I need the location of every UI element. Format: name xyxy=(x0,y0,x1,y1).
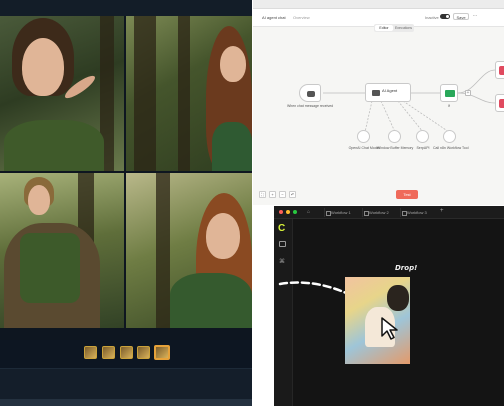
thumbnail-3[interactable] xyxy=(120,346,133,359)
gallery-footer xyxy=(0,368,252,406)
face xyxy=(220,46,246,82)
sub-node-memory[interactable] xyxy=(388,130,401,143)
image-gallery-panel xyxy=(0,0,252,406)
slack-icon xyxy=(499,66,504,75)
test-workflow-button[interactable]: Test xyxy=(396,190,418,199)
workflow-editor-panel: AI agent chat Overview Inactive Save ···… xyxy=(253,0,504,205)
zoom-out-button[interactable]: − xyxy=(279,191,286,198)
chat-bubble-icon xyxy=(307,91,315,97)
thumbnail-5-selected[interactable] xyxy=(154,345,170,360)
sub-node-label-3: SerpAPI xyxy=(416,146,430,150)
sub-node-workflow-tool[interactable] xyxy=(443,130,456,143)
thumbnail-4[interactable] xyxy=(137,346,150,359)
output-node-1[interactable] xyxy=(495,61,504,79)
generated-image-4[interactable] xyxy=(126,173,252,328)
tree-trunk xyxy=(178,16,190,171)
robe xyxy=(4,120,104,171)
sub-node-label-4: Call n8n Workflow Tool xyxy=(433,146,469,150)
node-label-if: If xyxy=(448,104,450,108)
generated-image-2[interactable] xyxy=(126,16,252,171)
output-node-2[interactable] xyxy=(495,94,504,112)
thumbnail-1[interactable] xyxy=(84,346,97,359)
gallery-top-bar xyxy=(0,0,252,16)
branch-icon xyxy=(445,90,455,97)
chat-trigger-node[interactable] xyxy=(299,84,321,102)
ai-agent-node-title: AI Agent xyxy=(382,88,398,93)
slack-icon xyxy=(499,99,504,108)
footer-strip xyxy=(0,399,252,406)
pointer-cursor-icon xyxy=(381,317,398,340)
face xyxy=(206,213,240,259)
fit-view-button[interactable]: ⛶ xyxy=(259,191,266,198)
figure-head xyxy=(387,285,409,311)
zoom-controls: ⛶ + − ↶ xyxy=(259,191,301,198)
node-label-chat-trigger: When chat message received xyxy=(287,104,334,108)
generated-image-3[interactable] xyxy=(0,173,124,328)
tree-trunk xyxy=(156,173,170,328)
workflow-connectors xyxy=(323,69,496,133)
if-node[interactable] xyxy=(440,84,458,102)
robe xyxy=(212,122,252,171)
sub-node-serpapi[interactable] xyxy=(416,130,429,143)
robe xyxy=(170,273,252,328)
dark-app-panel: ⌂ Workflow 1 Workflow 2 Workflow 3 + C ⌘… xyxy=(274,206,504,406)
robot-icon xyxy=(372,90,380,96)
sub-node-label-1: OpenAI Chat Model xyxy=(348,146,380,150)
ai-agent-node[interactable]: AI Agent xyxy=(365,83,411,102)
tunic xyxy=(20,233,80,303)
sub-node-chat-model[interactable] xyxy=(357,130,370,143)
face xyxy=(22,38,64,96)
sub-node-label-2: Window Buffer Memory xyxy=(377,146,414,150)
face xyxy=(28,185,50,215)
zoom-in-button[interactable]: + xyxy=(269,191,276,198)
undo-button[interactable]: ↶ xyxy=(289,191,296,198)
tree-trunk xyxy=(134,16,156,171)
thumbnail-2[interactable] xyxy=(102,346,115,359)
generated-image-1[interactable] xyxy=(0,16,124,171)
add-node-button[interactable]: + xyxy=(465,90,471,96)
